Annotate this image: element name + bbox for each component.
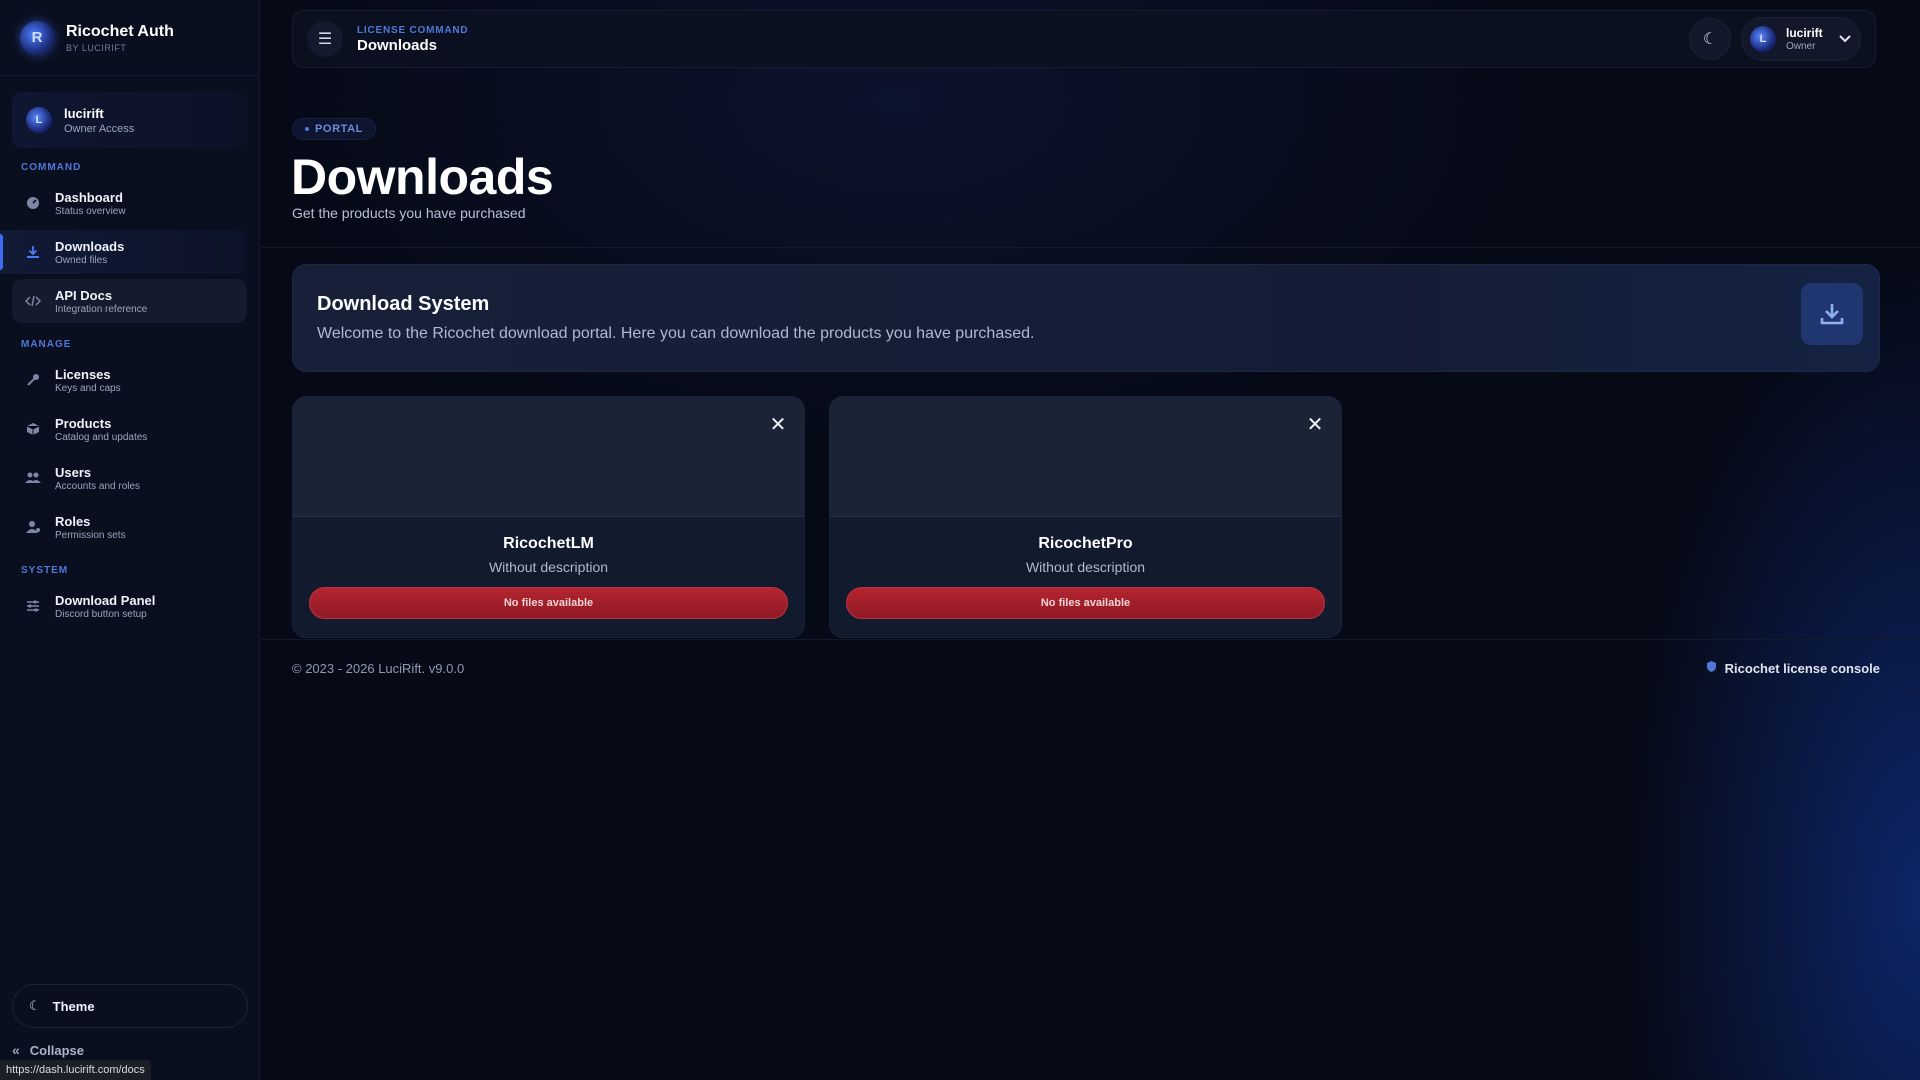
breadcrumb-section: LICENSE COMMAND — [357, 24, 469, 36]
sidebar-item-title: Dashboard — [55, 189, 123, 205]
avatar: L — [26, 107, 52, 133]
sidebar-item-subtitle: Discord button setup — [55, 608, 147, 620]
dashboard-icon — [25, 195, 41, 211]
collapse-label: Collapse — [29, 1042, 84, 1058]
sidebar-item-title: Roles — [55, 513, 91, 529]
sidebar-item-users[interactable]: Users Accounts and roles — [12, 456, 247, 500]
sidebar-item-subtitle: Catalog and updates — [55, 431, 148, 443]
sidebar-item-title: Downloads — [55, 238, 125, 254]
sidebar-item-products[interactable]: Products Catalog and updates — [12, 407, 247, 451]
account-name: lucirift — [1786, 26, 1823, 40]
collapse-button[interactable]: « Collapse — [12, 1040, 84, 1060]
close-icon[interactable]: ✕ — [1305, 415, 1325, 435]
info-text: Welcome to the Ricochet download portal.… — [317, 325, 1035, 342]
info-title: Download System — [317, 293, 490, 315]
product-name: RicochetLM — [503, 535, 594, 552]
sidebar-item-subtitle: Integration reference — [55, 303, 148, 315]
sidebar-item-title: Licenses — [55, 366, 111, 382]
badge-dot — [305, 127, 309, 131]
topbar: ☰ LICENSE COMMAND Downloads ☾ L lucirift… — [292, 10, 1876, 68]
product-image: ✕ — [293, 397, 804, 517]
footer-console-label: Ricochet license console — [1724, 660, 1880, 676]
code-icon — [25, 293, 41, 309]
moon-icon: ☾ — [29, 998, 41, 1013]
divider — [261, 247, 1920, 248]
double-chevron-left-icon: « — [12, 1042, 20, 1058]
users-icon — [25, 470, 41, 486]
box-icon — [25, 421, 41, 437]
sidebar: R Ricochet Auth BY LUCIRIFT L lucirift O… — [0, 0, 260, 1080]
section-label-system: SYSTEM — [21, 565, 69, 576]
sliders-icon — [25, 598, 41, 614]
section-label-manage: MANAGE — [21, 339, 72, 350]
status-bar-url: https://dash.lucirift.com/docs — [0, 1060, 151, 1080]
badge-label: PORTAL — [315, 123, 364, 135]
close-icon[interactable]: ✕ — [768, 415, 788, 435]
avatar: L — [1750, 26, 1776, 52]
theme-label: Theme — [52, 998, 95, 1014]
brand-title: Ricochet Auth — [66, 22, 174, 40]
download-system-card: Download System Welcome to the Ricochet … — [292, 264, 1880, 372]
footer-console-link[interactable]: Ricochet license console — [1706, 660, 1880, 676]
sidebar-item-dashboard[interactable]: Dashboard Status overview — [12, 181, 247, 225]
sidebar-item-title: Users — [55, 464, 92, 480]
product-card: ✕ RicochetLM Without description No file… — [292, 396, 805, 638]
page-title: Downloads — [291, 149, 554, 205]
sidebar-item-subtitle: Status overview — [55, 205, 126, 217]
account-role: Owner — [1786, 41, 1816, 52]
page-subtitle: Get the products you have purchased — [292, 205, 526, 221]
sidebar-item-download-panel[interactable]: Download Panel Discord button setup — [12, 584, 247, 628]
sidebar-item-licenses[interactable]: Licenses Keys and caps — [12, 358, 247, 402]
sidebar-item-title: Download Panel — [55, 592, 156, 608]
no-files-button[interactable]: No files available — [309, 587, 788, 619]
sidebar-item-api-docs[interactable]: API Docs Integration reference — [12, 279, 247, 323]
theme-button[interactable]: ☾ — [1689, 18, 1731, 60]
account-menu-button[interactable]: L lucirift Owner — [1741, 17, 1861, 61]
download-icon — [25, 244, 41, 260]
breadcrumb-title: Downloads — [357, 36, 438, 54]
product-description: Without description — [1025, 559, 1146, 575]
breadcrumb: LICENSE COMMAND Downloads — [357, 25, 468, 54]
user-card[interactable]: L lucirift Owner Access — [12, 92, 247, 148]
product-card: ✕ RicochetPro Without description No fil… — [829, 396, 1342, 638]
divider — [261, 639, 1920, 640]
sidebar-item-subtitle: Permission sets — [55, 529, 126, 541]
hamburger-icon: ☰ — [317, 31, 333, 48]
product-image: ✕ — [830, 397, 1341, 517]
moon-icon: ☾ — [1702, 31, 1718, 48]
user-name: lucirift — [64, 105, 104, 121]
key-icon — [25, 372, 41, 388]
sidebar-item-subtitle: Accounts and roles — [55, 480, 141, 492]
sidebar-item-roles[interactable]: Roles Permission sets — [12, 505, 247, 549]
user-role: Owner Access — [64, 122, 135, 135]
section-label-command: COMMAND — [21, 162, 82, 173]
role-icon — [25, 519, 41, 535]
shield-icon — [1706, 660, 1717, 676]
brand[interactable]: R Ricochet Auth BY LUCIRIFT — [0, 0, 259, 76]
menu-button[interactable]: ☰ — [307, 21, 343, 57]
product-description: Without description — [488, 559, 609, 575]
brand-subtitle: BY LUCIRIFT — [66, 42, 127, 53]
sidebar-item-title: Products — [55, 415, 112, 431]
sidebar-item-title: API Docs — [55, 287, 113, 303]
sidebar-item-downloads[interactable]: Downloads Owned files — [0, 230, 247, 274]
sidebar-item-subtitle: Owned files — [55, 254, 108, 266]
no-files-button[interactable]: No files available — [846, 587, 1325, 619]
product-name: RicochetPro — [1038, 535, 1133, 552]
ricochet-logo-icon: R — [20, 20, 54, 55]
chevron-down-icon — [1838, 31, 1852, 47]
footer-copyright: © 2023 - 2026 LuciRift. v9.0.0 — [292, 661, 465, 676]
download-icon — [1801, 283, 1863, 345]
portal-badge: PORTAL — [292, 118, 377, 140]
theme-toggle-button[interactable]: ☾ Theme — [12, 984, 248, 1028]
sidebar-item-subtitle: Keys and caps — [55, 382, 121, 394]
